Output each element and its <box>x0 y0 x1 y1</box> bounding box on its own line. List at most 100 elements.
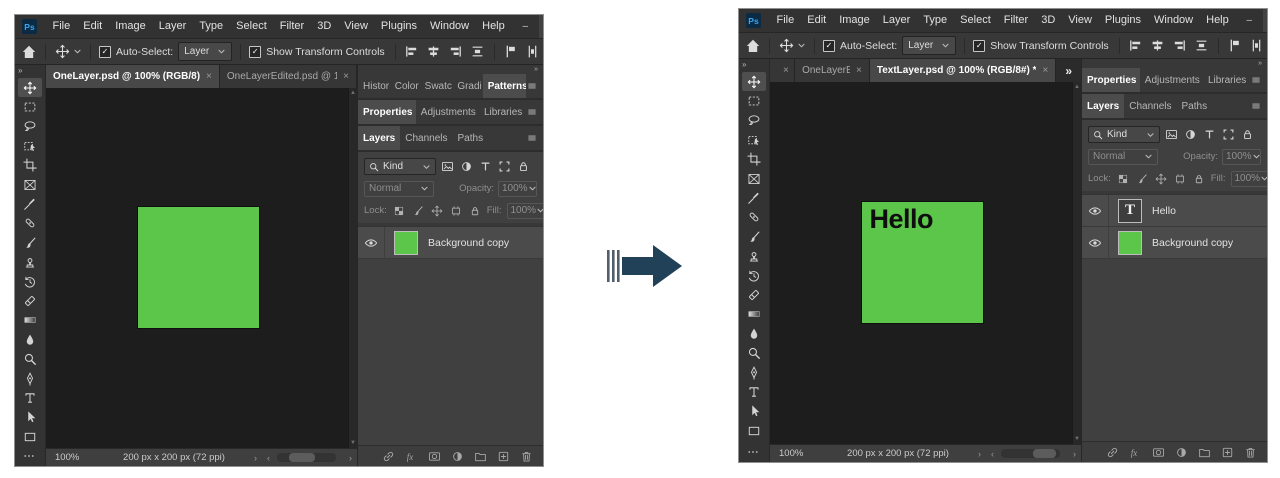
edit-toolbar-icon[interactable] <box>746 446 762 458</box>
toolbar-collapse-icon[interactable]: » <box>739 59 746 72</box>
type-tool[interactable] <box>18 388 42 407</box>
frame-tool[interactable] <box>18 175 42 194</box>
show-transform-checkbox[interactable]: ✓ <box>249 46 261 58</box>
close-icon[interactable]: × <box>206 71 212 82</box>
gradient-tool[interactable] <box>742 305 766 324</box>
panel-tab-gradi[interactable]: Gradi <box>452 74 482 98</box>
eraser-tool[interactable] <box>18 291 42 310</box>
minimize-button[interactable]: – <box>511 15 539 38</box>
fill-field[interactable]: 100% <box>507 203 545 219</box>
layer-row[interactable]: Background copy <box>358 227 543 259</box>
edit-toolbar-icon[interactable] <box>22 450 38 462</box>
object-selection-tool[interactable] <box>742 130 766 149</box>
dodge-tool[interactable] <box>18 349 42 368</box>
layer-effects-icon[interactable] <box>1128 445 1142 459</box>
new-adjustment-layer-icon[interactable] <box>450 449 464 463</box>
vertical-scrollbar[interactable]: ▲ ▼ <box>1072 82 1081 444</box>
scroll-down-icon[interactable]: ▼ <box>350 440 356 446</box>
scroll-left-icon[interactable]: ‹ <box>986 449 999 459</box>
crop-tool[interactable] <box>742 150 766 169</box>
new-layer-icon[interactable] <box>496 449 510 463</box>
scrollbar-thumb[interactable] <box>289 453 315 462</box>
menu-select[interactable]: Select <box>230 15 274 38</box>
rectangle-tool[interactable] <box>742 421 766 440</box>
dodge-tool[interactable] <box>742 343 766 362</box>
auto-select-dropdown[interactable]: Layer <box>178 42 232 61</box>
document-tab[interactable]: TextLayer.psd @ 100% (RGB/8#) *× <box>870 59 1056 82</box>
scroll-left-icon[interactable]: ‹ <box>262 453 275 463</box>
blur-tool[interactable] <box>742 324 766 343</box>
panel-tab-color[interactable]: Color <box>390 74 420 98</box>
menu-filter[interactable]: Filter <box>273 15 310 38</box>
panel-tab-libraries[interactable]: Libraries <box>479 100 526 124</box>
menu-file[interactable]: File <box>770 9 801 32</box>
canvas-area[interactable]: Hello ▲ ▼ <box>770 82 1081 444</box>
eraser-tool[interactable] <box>742 285 766 304</box>
menu-layer[interactable]: Layer <box>152 15 193 38</box>
layer-row[interactable]: Background copy <box>1082 227 1267 259</box>
distribute-icon[interactable] <box>1194 38 1210 54</box>
filter-shape-icon[interactable] <box>497 159 512 174</box>
scroll-right-icon[interactable]: › <box>344 453 357 463</box>
align-horizontal-centers-icon[interactable] <box>1150 38 1166 54</box>
new-group-icon[interactable] <box>1197 445 1211 459</box>
gradient-tool[interactable] <box>18 311 42 330</box>
menu-3d[interactable]: 3D <box>1035 9 1062 32</box>
filter-smart-object-icon[interactable] <box>516 159 531 174</box>
filter-shape-icon[interactable] <box>1221 127 1236 142</box>
tab-overflow-icon[interactable]: » <box>1056 59 1081 82</box>
menu-type[interactable]: Type <box>917 9 954 32</box>
fill-field[interactable]: 100% <box>1231 171 1269 187</box>
close-icon[interactable]: × <box>783 65 789 76</box>
menu-window[interactable]: Window <box>424 15 476 38</box>
menu-image[interactable]: Image <box>833 9 877 32</box>
brush-tool[interactable] <box>742 227 766 246</box>
scroll-up-icon[interactable]: ▲ <box>350 90 356 96</box>
menu-window[interactable]: Window <box>1148 9 1200 32</box>
status-expand-icon[interactable]: › <box>249 453 262 463</box>
panel-tab-adjustments[interactable]: Adjustments <box>1140 68 1203 92</box>
layer-filter-dropdown[interactable]: Kind <box>1088 126 1160 143</box>
clone-stamp-tool[interactable] <box>18 253 42 272</box>
filter-type-icon[interactable] <box>1202 127 1217 142</box>
scrollbar-thumb[interactable] <box>1033 449 1055 458</box>
menu-edit[interactable]: Edit <box>77 15 109 38</box>
layer-row[interactable]: THello <box>1082 195 1267 227</box>
rectangular-marquee-tool[interactable] <box>742 91 766 110</box>
home-icon[interactable] <box>745 38 761 54</box>
panel-collapse-icon[interactable]: » <box>1082 59 1267 68</box>
menu-view[interactable]: View <box>1062 9 1099 32</box>
lock-paint-icon[interactable] <box>411 204 425 218</box>
blur-tool[interactable] <box>18 330 42 349</box>
maximize-button[interactable]: ▢ <box>539 15 544 38</box>
history-brush-tool[interactable] <box>742 266 766 285</box>
lock-transparency-icon[interactable] <box>392 204 406 218</box>
new-adjustment-layer-icon[interactable] <box>1174 445 1188 459</box>
close-icon[interactable]: × <box>343 71 349 82</box>
menu-help[interactable]: Help <box>1200 9 1236 32</box>
document-tab[interactable]: OneLayerEdited.psd @ 100...× <box>220 65 357 88</box>
menu-edit[interactable]: Edit <box>801 9 833 32</box>
lock-all-icon[interactable] <box>1192 172 1206 186</box>
filter-image-icon[interactable] <box>1164 127 1179 142</box>
menu-type[interactable]: Type <box>193 15 230 38</box>
panel-tab-swatc[interactable]: Swatc <box>420 74 453 98</box>
object-selection-tool[interactable] <box>18 136 42 155</box>
pen-tool[interactable] <box>742 363 766 382</box>
eyedropper-tool[interactable] <box>742 188 766 207</box>
move-tool-icon[interactable] <box>54 44 70 60</box>
document-tab[interactable]: OneLayer.psd @ 100% (RGB/8)× <box>46 65 220 88</box>
add-layer-mask-icon[interactable] <box>427 449 441 463</box>
lasso-tool[interactable] <box>18 117 42 136</box>
layer-visibility-toggle[interactable] <box>1082 195 1109 226</box>
panel-tab-patterns[interactable]: Patterns <box>483 74 526 98</box>
menu-select[interactable]: Select <box>954 9 998 32</box>
link-layers-icon[interactable] <box>1105 445 1119 459</box>
layer-visibility-toggle[interactable] <box>1082 227 1109 258</box>
filter-type-icon[interactable] <box>478 159 493 174</box>
lock-transparency-icon[interactable] <box>1116 172 1130 186</box>
move-tool-icon[interactable] <box>778 38 794 54</box>
menu-3d[interactable]: 3D <box>311 15 338 38</box>
distribute-vertical-icon[interactable] <box>525 44 541 60</box>
horizontal-scrollbar[interactable] <box>277 453 336 462</box>
